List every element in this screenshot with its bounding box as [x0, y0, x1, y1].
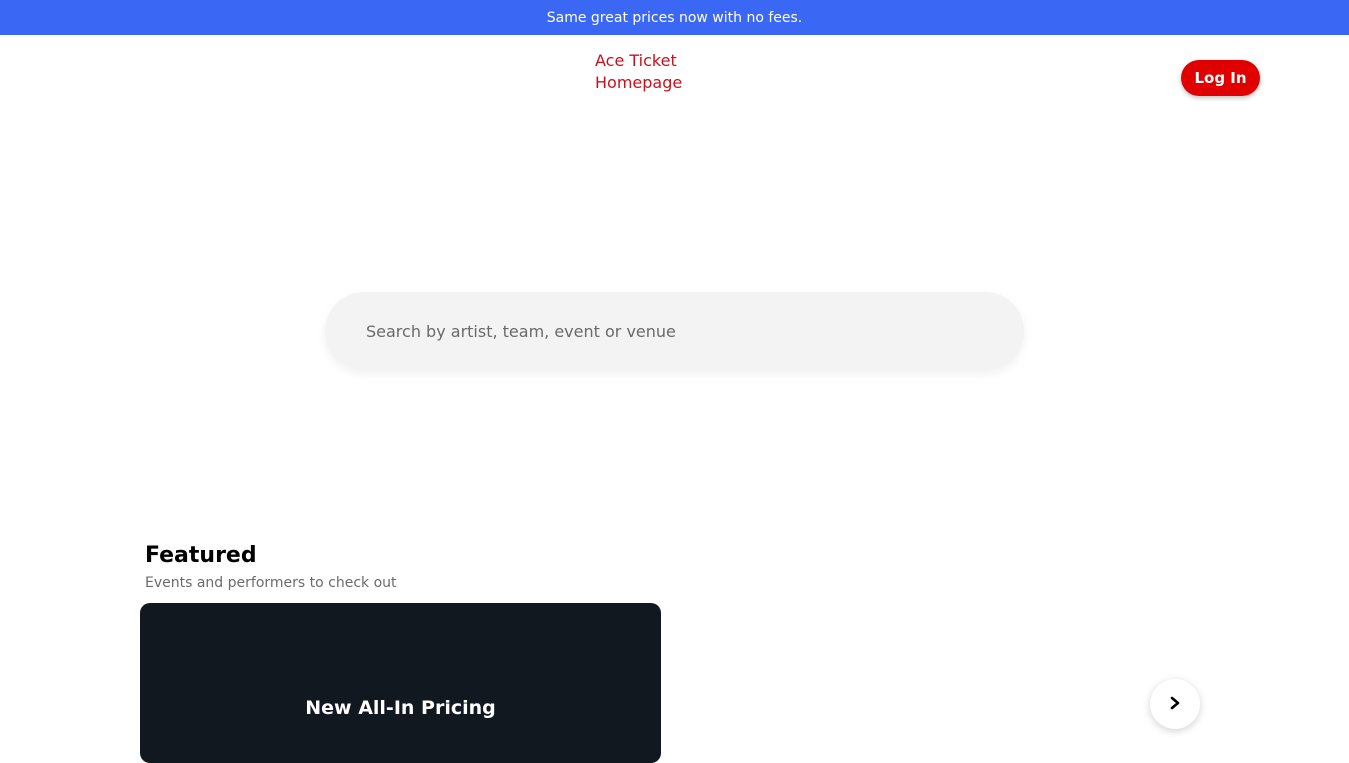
login-button[interactable]: Log In [1181, 60, 1260, 96]
carousel-next-button[interactable] [1150, 679, 1200, 729]
featured-subtitle: Events and performers to check out [145, 575, 397, 591]
logo-link[interactable]: Ace Ticket Homepage [595, 50, 705, 94]
chevron-right-icon [1168, 696, 1182, 713]
site-header: Ace Ticket Homepage Log In [0, 35, 1349, 121]
search-bar [325, 292, 1024, 370]
logo-alt-text: Ace Ticket Homepage [595, 51, 683, 92]
promo-banner-text: Same great prices now with no fees. [546, 9, 803, 26]
featured-card[interactable]: New All-In Pricing [140, 603, 661, 763]
search-input[interactable] [325, 292, 1024, 370]
featured-heading: Featured [145, 543, 257, 568]
promo-banner: Same great prices now with no fees. [0, 0, 1349, 35]
featured-card-title: New All-In Pricing [305, 697, 496, 719]
